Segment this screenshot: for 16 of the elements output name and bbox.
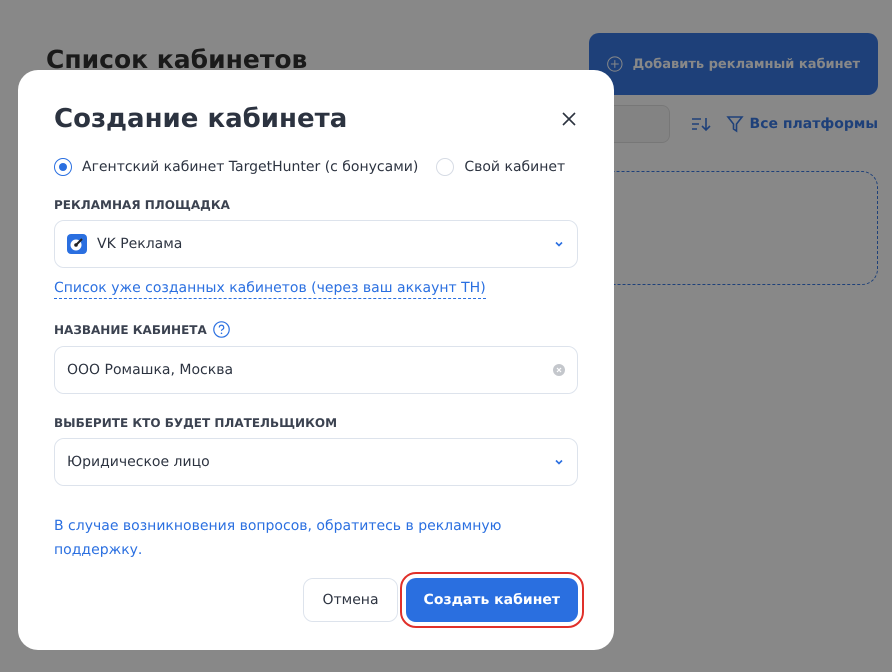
account-type-radio[interactable]: Агентский кабинет TargetHunter (с бонусами) bbox=[54, 158, 418, 176]
account-type-radio[interactable]: Свой кабинет bbox=[436, 158, 566, 176]
existing-accounts-link[interactable]: Список уже созданных кабинетов (через ваш аккаунт TH) bbox=[54, 280, 486, 299]
page-title: Список кабинетов bbox=[46, 45, 308, 74]
platform-select[interactable]: VK Реклама bbox=[54, 220, 578, 268]
field-label: РЕКЛАМНАЯ ПЛОЩАДКА bbox=[54, 198, 230, 212]
radio-label: Свой кабинет bbox=[464, 159, 566, 175]
payer-select[interactable]: Юридическое лицо bbox=[54, 438, 578, 486]
radio-label: Агентский кабинет TargetHunter (с бонусами) bbox=[82, 159, 418, 175]
cancel-button[interactable]: Отмена bbox=[303, 578, 398, 622]
field-label: ВЫБЕРИТЕ КТО БУДЕТ ПЛАТЕЛЬЩИКОМ bbox=[54, 416, 338, 430]
account-name-input[interactable]: ООО Ромашка, Москва bbox=[54, 346, 578, 394]
create-button[interactable]: Создать кабинет bbox=[406, 578, 578, 622]
dialog-title: Создание кабинета bbox=[54, 104, 348, 134]
field-label: НАЗВАНИЕ КАБИНЕТА bbox=[54, 322, 207, 336]
help-text: В случае возникновения вопросов, обратитесь в рекламную поддержку. bbox=[54, 517, 502, 560]
